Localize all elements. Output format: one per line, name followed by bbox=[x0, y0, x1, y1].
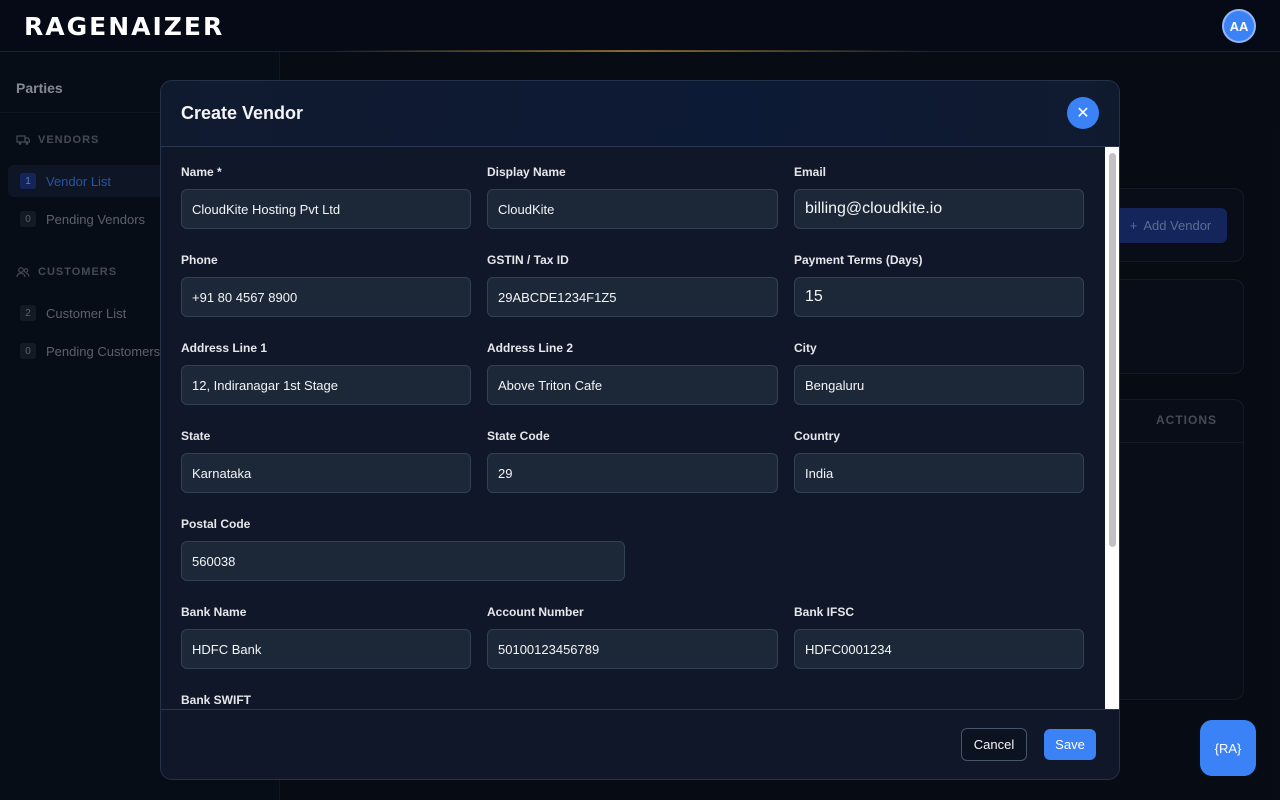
phone-field[interactable] bbox=[181, 277, 471, 317]
top-bar: RAGENAIZER AA bbox=[0, 0, 1280, 52]
close-button[interactable]: ✕ bbox=[1067, 97, 1099, 129]
assistant-icon: {RA} bbox=[1214, 740, 1242, 756]
scrollbar-thumb[interactable] bbox=[1109, 153, 1116, 547]
country-label: Country bbox=[794, 429, 840, 443]
address-line-2-label: Address Line 2 bbox=[487, 341, 574, 355]
close-icon: ✕ bbox=[1076, 105, 1090, 122]
city-label: City bbox=[794, 341, 817, 355]
app-logo[interactable]: RAGENAIZER bbox=[24, 12, 224, 41]
modal-header: Create Vendor ✕ bbox=[161, 81, 1119, 147]
state-code-label: State Code bbox=[487, 429, 550, 443]
bank-ifsc-field[interactable] bbox=[794, 629, 1084, 669]
bank-ifsc-label: Bank IFSC bbox=[794, 605, 855, 619]
address-line-2-field[interactable] bbox=[487, 365, 778, 405]
avatar[interactable]: AA bbox=[1222, 9, 1256, 43]
address-line-1-label: Address Line 1 bbox=[181, 341, 268, 355]
postal-code-field[interactable] bbox=[181, 541, 625, 581]
modal-footer: Cancel Save bbox=[161, 709, 1119, 779]
name-field[interactable] bbox=[181, 189, 471, 229]
modal-title: Create Vendor bbox=[181, 103, 304, 123]
cancel-button[interactable]: Cancel bbox=[961, 728, 1027, 761]
gstin-label: GSTIN / Tax ID bbox=[487, 253, 569, 267]
state-label: State bbox=[181, 429, 211, 443]
bank-swift-label: Bank SWIFT bbox=[181, 693, 252, 707]
city-field[interactable] bbox=[794, 365, 1084, 405]
state-code-field[interactable] bbox=[487, 453, 778, 493]
display-name-label: Display Name bbox=[487, 165, 566, 179]
display-name-field[interactable] bbox=[487, 189, 778, 229]
email-field[interactable] bbox=[794, 189, 1084, 229]
bank-name-label: Bank Name bbox=[181, 605, 247, 619]
email-label: Email bbox=[794, 165, 827, 179]
address-line-1-field[interactable] bbox=[181, 365, 471, 405]
assistant-fab-button[interactable]: {RA} bbox=[1200, 720, 1256, 776]
payment-terms-field[interactable] bbox=[794, 277, 1084, 317]
payment-terms-label: Payment Terms (Days) bbox=[794, 253, 923, 267]
gstin-field[interactable] bbox=[487, 277, 778, 317]
account-number-field[interactable] bbox=[487, 629, 778, 669]
name-label: Name * bbox=[181, 165, 222, 179]
bank-name-field[interactable] bbox=[181, 629, 471, 669]
account-number-label: Account Number bbox=[487, 605, 584, 619]
modal-body[interactable]: Name * Display Name Email Phone GSTIN / … bbox=[161, 147, 1105, 709]
postal-code-label: Postal Code bbox=[181, 517, 251, 531]
create-vendor-modal: Create Vendor ✕ Name * Display Name Emai… bbox=[160, 80, 1120, 780]
modal-scrollbar[interactable] bbox=[1105, 147, 1119, 709]
country-field[interactable] bbox=[794, 453, 1084, 493]
state-field[interactable] bbox=[181, 453, 471, 493]
save-button[interactable]: Save bbox=[1044, 729, 1096, 760]
phone-label: Phone bbox=[181, 253, 218, 267]
